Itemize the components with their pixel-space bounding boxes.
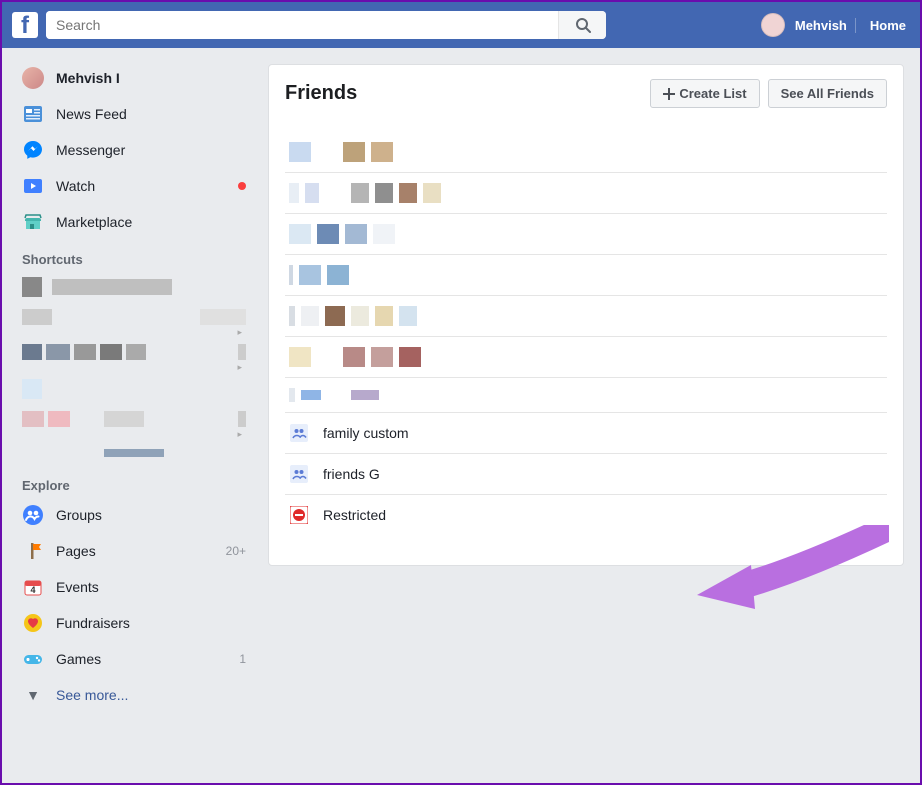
messenger-icon — [22, 139, 44, 161]
chevron-down-icon: ▼ — [22, 684, 44, 706]
sidebar-item-label: Pages — [56, 543, 214, 559]
friends-list-icon — [289, 464, 309, 484]
avatar[interactable] — [761, 13, 785, 37]
sidebar-item-label: Fundraisers — [56, 615, 246, 631]
svg-text:4: 4 — [30, 585, 35, 595]
list-label: friends G — [323, 466, 380, 482]
plus-icon — [663, 88, 675, 100]
see-all-friends-button[interactable]: See All Friends — [768, 79, 887, 108]
sidebar-item-marketplace[interactable]: Marketplace — [16, 204, 252, 240]
sidebar-item-label: Groups — [56, 507, 246, 523]
sidebar-item-pages[interactable]: Pages 20+ — [16, 533, 252, 569]
friend-list-row[interactable] — [285, 296, 887, 337]
restricted-icon — [289, 505, 309, 525]
marketplace-icon — [22, 211, 44, 233]
sidebar-item-label: Marketplace — [56, 214, 246, 230]
friend-list-restricted[interactable]: Restricted — [285, 495, 887, 535]
create-list-button[interactable]: Create List — [650, 79, 759, 108]
friends-panel: Friends Create List See All Friends — [268, 64, 904, 566]
annotation-arrow-icon — [689, 525, 889, 615]
sidebar-see-more[interactable]: ▼ See more... — [16, 677, 252, 713]
sidebar-profile[interactable]: Mehvish I — [16, 60, 252, 96]
pages-icon — [22, 540, 44, 562]
friend-list-friends-g[interactable]: friends G — [285, 454, 887, 495]
friend-list-row[interactable] — [285, 255, 887, 296]
sidebar-item-label: Messenger — [56, 142, 246, 158]
sidebar-item-groups[interactable]: Groups — [16, 497, 252, 533]
sidebar-item-messenger[interactable]: Messenger — [16, 132, 252, 168]
search-box — [46, 11, 606, 39]
sidebar-badge: 20+ — [226, 544, 246, 558]
shortcut-item[interactable]: ▸ — [16, 373, 252, 440]
profile-avatar-icon — [22, 67, 44, 89]
search-icon — [575, 17, 591, 33]
facebook-logo-icon[interactable]: f — [12, 12, 38, 38]
create-list-label: Create List — [679, 86, 746, 101]
sidebar-item-label: News Feed — [56, 106, 246, 122]
fundraisers-icon — [22, 612, 44, 634]
events-icon: 4 — [22, 576, 44, 598]
friend-list-family-custom[interactable]: family custom — [285, 413, 887, 454]
top-user-name[interactable]: Mehvish — [795, 18, 856, 33]
sidebar-item-label: Watch — [56, 178, 226, 194]
friend-list-row[interactable] — [285, 214, 887, 255]
friend-list-row[interactable] — [285, 337, 887, 378]
sidebar-item-games[interactable]: Games 1 — [16, 641, 252, 677]
games-icon — [22, 648, 44, 670]
nav-home[interactable]: Home — [866, 18, 910, 33]
friend-list-row[interactable] — [285, 378, 887, 413]
panel-header: Friends Create List See All Friends — [285, 79, 887, 108]
sidebar-item-label: Events — [56, 579, 246, 595]
notification-dot-icon — [238, 182, 246, 190]
groups-icon — [22, 504, 44, 526]
sidebar-item-events[interactable]: 4 Events — [16, 569, 252, 605]
sidebar-item-label: Games — [56, 651, 227, 667]
left-sidebar: Mehvish I News Feed Messenger Watch — [2, 48, 262, 725]
list-label: family custom — [323, 425, 409, 441]
sidebar-item-watch[interactable]: Watch — [16, 168, 252, 204]
sidebar-section-explore: Explore — [16, 466, 252, 497]
top-right-nav: Mehvish Home — [761, 13, 910, 37]
list-label: Restricted — [323, 507, 386, 523]
friends-list-icon — [289, 423, 309, 443]
page-title: Friends — [285, 82, 357, 105]
shortcut-item[interactable]: ▸ — [16, 338, 252, 373]
newsfeed-icon — [22, 103, 44, 125]
watch-icon — [22, 175, 44, 197]
sidebar-profile-name: Mehvish I — [56, 70, 246, 86]
sidebar-item-fundraisers[interactable]: Fundraisers — [16, 605, 252, 641]
see-more-label: See more... — [56, 687, 246, 703]
sidebar-section-shortcuts: Shortcuts — [16, 240, 252, 271]
friend-list-row[interactable] — [285, 173, 887, 214]
top-nav: f Mehvish Home — [2, 2, 920, 48]
search-button[interactable] — [558, 11, 606, 39]
friend-list-row[interactable] — [285, 132, 887, 173]
see-all-label: See All Friends — [781, 86, 874, 101]
main-content: Friends Create List See All Friends — [262, 48, 920, 725]
sidebar-item-newsfeed[interactable]: News Feed — [16, 96, 252, 132]
sidebar-badge: 1 — [239, 652, 246, 666]
search-input[interactable] — [46, 11, 558, 39]
shortcut-item[interactable]: ▸ — [16, 271, 252, 338]
